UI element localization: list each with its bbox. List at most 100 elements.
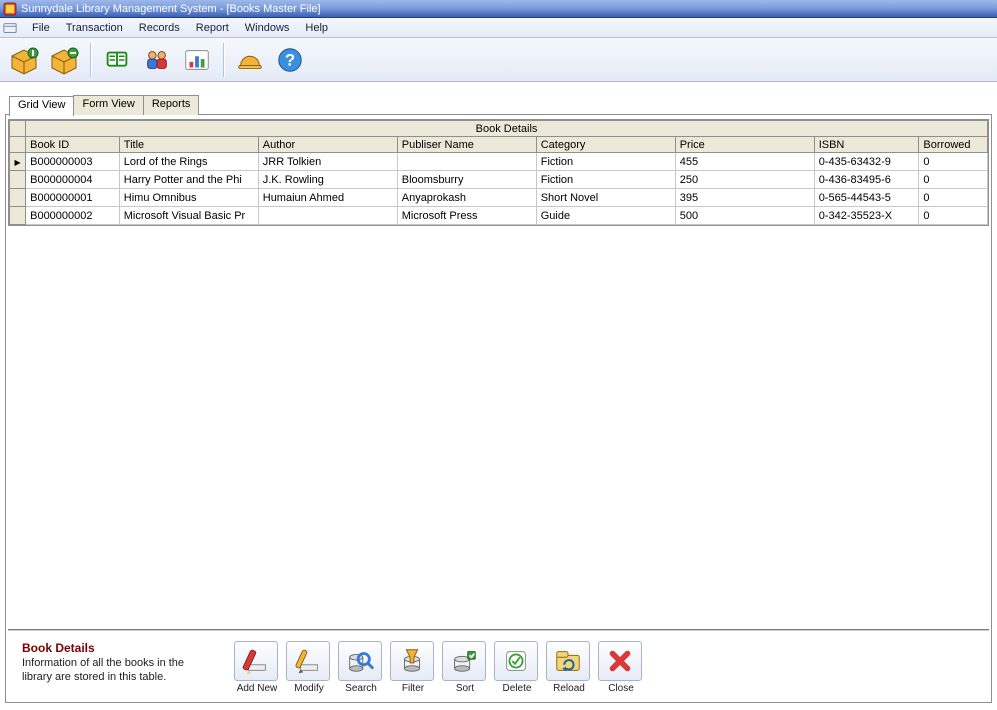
add-new-icon (234, 641, 278, 681)
table-row[interactable]: B000000003Lord of the RingsJRR Tolkien Fi… (10, 153, 988, 171)
tab-grid-view[interactable]: Grid View (9, 96, 74, 116)
toolbar-people-icon[interactable] (139, 42, 175, 78)
col-author[interactable]: Author (258, 137, 397, 153)
col-borrowed[interactable]: Borrowed (919, 137, 988, 153)
cell[interactable]: Lord of the Rings (119, 153, 258, 171)
toolbar-box-add-icon[interactable] (6, 42, 42, 78)
cell[interactable]: B000000004 (26, 171, 120, 189)
toolbar-help-icon[interactable]: ? (272, 42, 308, 78)
table-row[interactable]: B000000004Harry Potter and the PhiJ.K. R… (10, 171, 988, 189)
toolbar-books-icon[interactable] (99, 42, 135, 78)
tab-form-view[interactable]: Form View (73, 95, 143, 115)
toolbar-box-edit-icon[interactable] (46, 42, 82, 78)
tab-reports[interactable]: Reports (143, 95, 200, 115)
action-label: Search (338, 683, 384, 694)
bottom-heading: Book Details (22, 641, 212, 655)
cell[interactable]: 0-436-83495-6 (814, 171, 919, 189)
row-header[interactable] (10, 153, 26, 171)
toolbar-chart-icon[interactable] (179, 42, 215, 78)
grid-header-corner (10, 137, 26, 153)
search-icon (338, 641, 382, 681)
action-button-bar: Add New Modify Search Filter Sort Delete Reloa… (234, 641, 644, 694)
cell[interactable]: J.K. Rowling (258, 171, 397, 189)
cell[interactable]: B000000001 (26, 189, 120, 207)
menu-file[interactable]: File (24, 20, 58, 36)
menu-records[interactable]: Records (131, 20, 188, 36)
table-row[interactable]: B000000002Microsoft Visual Basic Pr Micro… (10, 207, 988, 225)
bottom-description: Information of all the books in the libr… (22, 657, 212, 685)
table-row[interactable]: B000000001Himu OmnibusHumaiun AhmedAnyap… (10, 189, 988, 207)
menu-windows[interactable]: Windows (237, 20, 298, 36)
cell[interactable]: Short Novel (536, 189, 675, 207)
col-publisher[interactable]: Publiser Name (397, 137, 536, 153)
toolbar-hardhat-icon[interactable] (232, 42, 268, 78)
menu-report[interactable]: Report (188, 20, 237, 36)
cell[interactable]: JRR Tolkien (258, 153, 397, 171)
cell[interactable]: Harry Potter and the Phi (119, 171, 258, 189)
cell[interactable]: 250 (675, 171, 814, 189)
action-label: Sort (442, 683, 488, 694)
books-grid[interactable]: Book Details Book ID Title Author Publis… (8, 119, 989, 226)
action-reload-button[interactable]: Reload (546, 641, 592, 694)
cell[interactable]: 0-435-63432-9 (814, 153, 919, 171)
action-label: Reload (546, 683, 592, 694)
cell[interactable]: Humaiun Ahmed (258, 189, 397, 207)
action-label: Close (598, 683, 644, 694)
toolbar-separator (90, 43, 91, 77)
close-icon (598, 641, 642, 681)
cell[interactable]: Anyaprokash (397, 189, 536, 207)
cell[interactable]: 0 (919, 189, 988, 207)
action-modify-button[interactable]: Modify (286, 641, 332, 694)
system-menu-icon[interactable] (2, 21, 18, 35)
cell[interactable]: Bloomsburry (397, 171, 536, 189)
cell[interactable]: 0 (919, 207, 988, 225)
cell[interactable]: 500 (675, 207, 814, 225)
col-price[interactable]: Price (675, 137, 814, 153)
row-header[interactable] (10, 189, 26, 207)
action-delete-button[interactable]: Delete (494, 641, 540, 694)
cell[interactable]: Himu Omnibus (119, 189, 258, 207)
action-label: Delete (494, 683, 540, 694)
menu-help[interactable]: Help (297, 20, 336, 36)
action-sort-button[interactable]: Sort (442, 641, 488, 694)
cell[interactable]: 0-565-44543-5 (814, 189, 919, 207)
cell[interactable]: 0 (919, 153, 988, 171)
cell[interactable]: 0 (919, 171, 988, 189)
action-filter-button[interactable]: Filter (390, 641, 436, 694)
svg-text:?: ? (285, 50, 295, 69)
filter-icon (390, 641, 434, 681)
grid-caption: Book Details (26, 121, 988, 137)
tab-strip: Grid View Form View Reports (5, 95, 992, 115)
col-category[interactable]: Category (536, 137, 675, 153)
delete-icon (494, 641, 538, 681)
cell[interactable]: 395 (675, 189, 814, 207)
cell[interactable]: B000000003 (26, 153, 120, 171)
cell[interactable]: B000000002 (26, 207, 120, 225)
toolbar-separator (223, 43, 224, 77)
col-book-id[interactable]: Book ID (26, 137, 120, 153)
title-bar: Sunnydale Library Management System - [B… (0, 0, 997, 18)
cell[interactable]: Microsoft Visual Basic Pr (119, 207, 258, 225)
tab-panel-grid-view: Book Details Book ID Title Author Publis… (5, 114, 992, 703)
col-title[interactable]: Title (119, 137, 258, 153)
cell[interactable]: Microsoft Press (397, 207, 536, 225)
cell[interactable] (258, 207, 397, 225)
cell[interactable] (397, 153, 536, 171)
col-isbn[interactable]: ISBN (814, 137, 919, 153)
cell[interactable]: 455 (675, 153, 814, 171)
cell[interactable]: Fiction (536, 153, 675, 171)
menu-bar: File Transaction Records Report Windows … (0, 18, 997, 38)
action-search-button[interactable]: Search (338, 641, 384, 694)
menu-transaction[interactable]: Transaction (58, 20, 131, 36)
cell[interactable]: 0-342-35523-X (814, 207, 919, 225)
reload-icon (546, 641, 590, 681)
action-close-button[interactable]: Close (598, 641, 644, 694)
row-header[interactable] (10, 171, 26, 189)
action-label: Modify (286, 683, 332, 694)
action-add-new-button[interactable]: Add New (234, 641, 280, 694)
cell[interactable]: Guide (536, 207, 675, 225)
bottom-panel: Book Details Information of all the book… (8, 629, 989, 700)
cell[interactable]: Fiction (536, 171, 675, 189)
row-header[interactable] (10, 207, 26, 225)
modify-icon (286, 641, 330, 681)
